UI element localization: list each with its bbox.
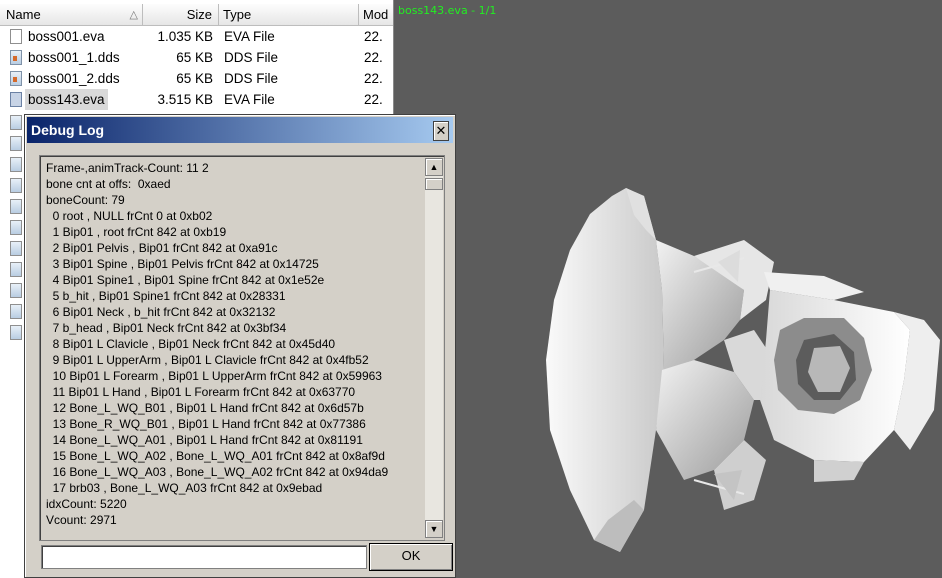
file-modified: 22.: [364, 71, 383, 86]
log-line: 13 Bone_R_WQ_B01 , Bip01 L Hand frCnt 84…: [46, 417, 366, 431]
log-line: 5 b_hit , Bip01 Spine1 frCnt 842 at 0x28…: [46, 289, 286, 303]
image-file-icon[interactable]: [10, 220, 22, 235]
arrow-up-icon[interactable]: ▲: [425, 158, 443, 176]
log-line: 16 Bone_L_WQ_A03 , Bone_L_WQ_A02 frCnt 8…: [46, 465, 389, 479]
dialog-title: Debug Log: [31, 122, 105, 138]
column-header-name-label: Name: [6, 7, 41, 22]
log-text: Frame-,animTrack-Count: 11 2 bone cnt at …: [46, 160, 418, 528]
model-viewer[interactable]: boss143.eva - 1/1: [394, 0, 942, 578]
log-output[interactable]: Frame-,animTrack-Count: 11 2 bone cnt at …: [39, 155, 445, 541]
file-row[interactable]: boss001_2.dds 65 KB DDS File 22.: [0, 68, 393, 89]
log-line: 2 Bip01 Pelvis , Bip01 frCnt 842 at 0xa9…: [46, 241, 278, 255]
image-file-icon[interactable]: [10, 199, 22, 214]
file-type: EVA File: [224, 92, 275, 107]
log-line: 6 Bip01 Neck , b_hit frCnt 842 at 0x3213…: [46, 305, 276, 319]
debug-log-dialog: Debug Log ✕ Frame-,animTrack-Count: 11 2…: [24, 114, 456, 578]
image-file-icon[interactable]: [10, 283, 22, 298]
log-line: 12 Bone_L_WQ_B01 , Bip01 L Hand frCnt 84…: [46, 401, 364, 415]
file-size: 3.515 KB: [157, 92, 213, 107]
log-line: 15 Bone_L_WQ_A02 , Bone_L_WQ_A01 frCnt 8…: [46, 449, 385, 463]
scrollbar-thumb[interactable]: [425, 178, 443, 190]
file-size: 1.035 KB: [157, 29, 213, 44]
file-type: EVA File: [224, 29, 275, 44]
document-icon: [10, 92, 22, 107]
image-file-icon[interactable]: [10, 178, 22, 193]
close-icon[interactable]: ✕: [433, 121, 449, 141]
column-header-modified-label: Mod: [363, 7, 389, 22]
log-line: bone cnt at offs: 0xaed: [46, 177, 171, 191]
log-line: 7 b_head , Bip01 Neck frCnt 842 at 0x3bf…: [46, 321, 287, 335]
log-line: 9 Bip01 L UpperArm , Bip01 L Clavicle fr…: [46, 353, 369, 367]
file-name: boss001_2.dds: [28, 71, 120, 86]
dialog-title-bar[interactable]: Debug Log ✕: [27, 117, 453, 143]
log-line: 3 Bip01 Spine , Bip01 Pelvis frCnt 842 a…: [46, 257, 319, 271]
file-row-selected[interactable]: boss143.eva 3.515 KB EVA File 22.: [0, 89, 393, 110]
file-row[interactable]: boss001.eva 1.035 KB EVA File 22.: [0, 26, 393, 47]
image-file-icon[interactable]: [10, 157, 22, 172]
log-line: Vcount: 2971: [46, 513, 117, 527]
image-file-icon: [10, 50, 22, 65]
ok-button[interactable]: OK: [369, 543, 453, 571]
file-name: boss001.eva: [28, 29, 105, 44]
model-render: [546, 188, 940, 552]
file-name: boss143.eva: [25, 89, 108, 110]
image-file-icon[interactable]: [10, 136, 22, 151]
log-line: 1 Bip01 , root frCnt 842 at 0xb19: [46, 225, 227, 239]
file-type: DDS File: [224, 50, 279, 65]
column-header-type-label: Type: [223, 7, 252, 22]
column-header-modified[interactable]: Mod: [359, 4, 393, 26]
column-header-type[interactable]: Type: [219, 4, 359, 26]
file-modified: 22.: [364, 92, 383, 107]
file-modified: 22.: [364, 50, 383, 65]
arrow-down-icon[interactable]: ▼: [425, 520, 443, 538]
log-scrollbar[interactable]: ▲ ▼: [425, 158, 443, 538]
log-line: 8 Bip01 L Clavicle , Bip01 Neck frCnt 84…: [46, 337, 336, 351]
log-line: 10 Bip01 L Forearm , Bip01 L UpperArm fr…: [46, 369, 382, 383]
file-modified: 22.: [364, 29, 383, 44]
image-file-icon[interactable]: [10, 115, 22, 130]
column-header-name[interactable]: Name △: [0, 4, 143, 26]
command-input[interactable]: [41, 545, 367, 569]
file-row[interactable]: boss001_1.dds 65 KB DDS File 22.: [0, 47, 393, 68]
file-type: DDS File: [224, 71, 279, 86]
log-line: 17 brb03 , Bone_L_WQ_A03 frCnt 842 at 0x…: [46, 481, 323, 495]
file-name: boss001_1.dds: [28, 50, 120, 65]
log-line: 14 Bone_L_WQ_A01 , Bip01 L Hand frCnt 84…: [46, 433, 363, 447]
log-line: 11 Bip01 L Hand , Bip01 L Forearm frCnt …: [46, 385, 356, 399]
column-header-size-label: Size: [186, 7, 212, 22]
image-file-icon[interactable]: [10, 262, 22, 277]
document-icon: [10, 29, 22, 44]
image-file-icon[interactable]: [10, 304, 22, 319]
column-header-size[interactable]: Size: [143, 4, 219, 26]
log-line: Frame-,animTrack-Count: 11 2: [46, 161, 209, 175]
image-file-icon[interactable]: [10, 325, 22, 340]
image-file-icon: [10, 71, 22, 86]
file-size: 65 KB: [176, 50, 213, 65]
log-line: boneCount: 79: [46, 193, 125, 207]
image-file-icon[interactable]: [10, 241, 22, 256]
sort-arrow-icon: △: [129, 9, 138, 21]
log-line: idxCount: 5220: [46, 497, 127, 511]
file-size: 65 KB: [176, 71, 213, 86]
log-line: 4 Bip01 Spine1 , Bip01 Spine frCnt 842 a…: [46, 273, 325, 287]
log-line: 0 root , NULL frCnt 0 at 0xb02: [46, 209, 213, 223]
